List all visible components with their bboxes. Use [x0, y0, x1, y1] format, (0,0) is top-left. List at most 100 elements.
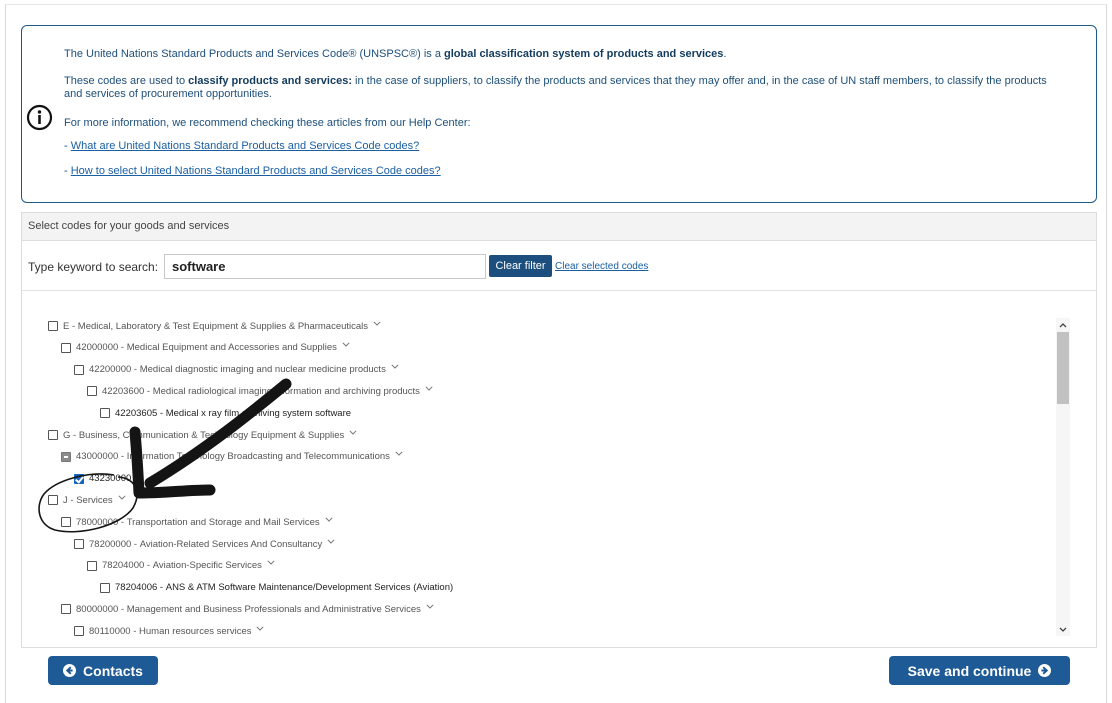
tree-node-code: 78204006	[115, 582, 158, 594]
tree-node-checkbox[interactable]	[48, 430, 58, 440]
tree-node-checkbox[interactable]	[74, 364, 84, 375]
tree-node-checkbox[interactable]	[100, 582, 110, 593]
search-label: Type keyword to search:	[28, 260, 159, 274]
tree-node-checkbox[interactable]	[100, 408, 110, 419]
tree-node-label: Medical, Laboratory & Test Equipment & S…	[77, 320, 369, 332]
scroll-down-arrow-icon[interactable]	[1056, 622, 1070, 636]
chevron-down-icon[interactable]	[426, 604, 434, 611]
tree-node-label: ANS & ATM Software Maintenance/Developme…	[165, 582, 454, 594]
tree-node-checkbox[interactable]	[48, 495, 58, 506]
tree-node-43000000[interactable]: 43000000 - Information Technology Broadc…	[61, 449, 403, 465]
contacts-button[interactable]: Contacts	[48, 656, 158, 685]
tree-node-label: Human resources services	[139, 625, 252, 636]
chevron-down-icon[interactable]	[118, 495, 126, 502]
tree-node-code: 78204000	[102, 560, 145, 572]
chevron-down-icon[interactable]	[391, 364, 399, 371]
keyword-search-input[interactable]	[164, 254, 486, 279]
scroll-up-arrow-icon[interactable]	[1056, 318, 1070, 332]
tree-node-42203600[interactable]: 42203600 - Medical radiological imaging …	[87, 383, 433, 399]
info-paragraph-3: For more information, we recommend check…	[64, 117, 471, 129]
tree-node-code: 42000000	[76, 342, 119, 354]
clear-filter-button[interactable]: Clear filter	[489, 255, 552, 277]
chevron-down-icon[interactable]	[425, 386, 433, 393]
tree-scrollbar[interactable]	[1056, 318, 1070, 636]
circle-arrow-right-icon	[1038, 664, 1052, 677]
panel-header: Select codes for your goods and services	[22, 213, 1096, 241]
tree-node-g[interactable]: G - Business, Communication & Technology…	[48, 427, 357, 443]
chevron-down-icon[interactable]	[349, 429, 357, 437]
tree-node-checkbox[interactable]	[74, 539, 84, 549]
chevron-down-icon[interactable]	[373, 320, 381, 328]
tree-node-code: 80000000	[76, 603, 119, 615]
tree-node-label: Business, Communication & Technology Equ…	[78, 429, 345, 441]
chevron-down-icon[interactable]	[325, 517, 333, 524]
tree-node-separator: -	[118, 516, 127, 528]
search-row: Type keyword to search: Clear filter Cle…	[22, 241, 1096, 291]
chevron-down-icon[interactable]	[327, 538, 335, 546]
chevron-down-icon[interactable]	[267, 560, 275, 567]
tree-node-checkbox[interactable]	[74, 473, 84, 484]
tree-node-separator: -	[118, 451, 127, 463]
tree-node-label: Information Technology Broadcasting and …	[126, 451, 390, 463]
tree-node-separator: -	[69, 320, 78, 332]
tree-node-code: G	[63, 429, 71, 441]
tree-node-e[interactable]: E - Medical, Laboratory & Test Equipment…	[48, 318, 381, 334]
tree-node-78204000[interactable]: 78204000 - Aviation-Specific Services	[87, 558, 275, 574]
info-box: The United Nations Standard Products and…	[21, 25, 1097, 203]
scroll-thumb[interactable]	[1057, 332, 1069, 404]
tree-node-43230000[interactable]: 43230000	[74, 471, 131, 487]
tree-node-checkbox[interactable]	[61, 604, 71, 615]
tree-node-checkbox[interactable]	[61, 517, 71, 528]
circle-arrow-left-icon	[63, 664, 77, 677]
chevron-down-icon[interactable]	[395, 451, 403, 458]
tree-node-separator: -	[144, 560, 153, 572]
code-selection-panel: Select codes for your goods and services…	[21, 212, 1097, 648]
tree-node-code: 80110000	[89, 625, 131, 636]
tree-node-separator: -	[144, 385, 153, 397]
info-paragraph-2: These codes are used to classify product…	[64, 75, 1047, 100]
help-link-how-to-select[interactable]: How to select United Nations Standard Pr…	[71, 165, 441, 177]
tree-node-checkbox[interactable]	[61, 342, 71, 353]
tree-node-78200000[interactable]: 78200000 - Aviation-Related Services And…	[74, 536, 335, 552]
tree-node-42000000[interactable]: 42000000 - Medical Equipment and Accesso…	[61, 340, 350, 356]
tree-node-80110000[interactable]: 80110000 - Human resources services	[74, 623, 265, 636]
clear-selected-codes-link[interactable]: Clear selected codes	[555, 261, 648, 272]
tree-node-42200000[interactable]: 42200000 - Medical diagnostic imaging an…	[74, 362, 399, 378]
info-paragraph-1: The United Nations Standard Products and…	[64, 48, 727, 60]
tree-node-label: Medical radiological imaging information…	[152, 385, 420, 397]
tree-node-j[interactable]: J - Services	[48, 492, 126, 508]
tree-node-checkbox[interactable]	[87, 386, 97, 397]
tree-node-code: 42203605	[115, 407, 158, 419]
save-and-continue-button[interactable]: Save and continue	[889, 656, 1070, 685]
tree-node-checkbox[interactable]	[61, 451, 71, 462]
tree-node-label: Management and Business Professionals an…	[126, 603, 421, 615]
tree-node-label: Services	[76, 494, 113, 506]
tree-node-separator: -	[67, 494, 77, 506]
help-link-what-are-codes[interactable]: What are United Nations Standard Product…	[71, 140, 420, 152]
chevron-down-icon[interactable]	[342, 342, 350, 349]
tree-node-78204006[interactable]: 78204006 - ANS & ATM Software Maintenanc…	[100, 580, 453, 596]
tree-node-checkbox[interactable]	[48, 321, 58, 331]
tree-node-separator: -	[70, 429, 79, 441]
save-button-label: Save and continue	[907, 662, 1032, 679]
contacts-button-label: Contacts	[83, 662, 143, 679]
help-link-row-1: - What are United Nations Standard Produ…	[64, 140, 420, 152]
chevron-down-icon[interactable]	[256, 626, 265, 633]
tree-node-78000000[interactable]: 78000000 - Transportation and Storage an…	[61, 514, 333, 530]
tree-node-code: 42203600	[102, 385, 145, 397]
tree-node-code: 42200000	[89, 364, 132, 376]
tree-node-separator: -	[131, 364, 140, 376]
tree-node-80000000[interactable]: 80000000 - Management and Business Profe…	[61, 601, 434, 617]
tree-node-42203605[interactable]: 42203605 - Medical x ray film archiving …	[100, 405, 351, 421]
tree-node-code: 78200000	[89, 538, 132, 550]
tree-node-separator: -	[157, 407, 166, 419]
tree-node-separator: -	[157, 582, 166, 594]
tree-node-separator: -	[131, 538, 140, 550]
code-tree: E - Medical, Laboratory & Test Equipment…	[22, 318, 1052, 636]
tree-node-separator: -	[130, 625, 140, 636]
tree-node-checkbox[interactable]	[74, 626, 84, 636]
help-link-row-2: - How to select United Nations Standard …	[64, 165, 441, 177]
tree-node-label: Aviation-Related Services And Consultanc…	[139, 538, 323, 550]
tree-node-checkbox[interactable]	[87, 560, 97, 571]
tree-node-code: 78000000	[76, 516, 119, 528]
